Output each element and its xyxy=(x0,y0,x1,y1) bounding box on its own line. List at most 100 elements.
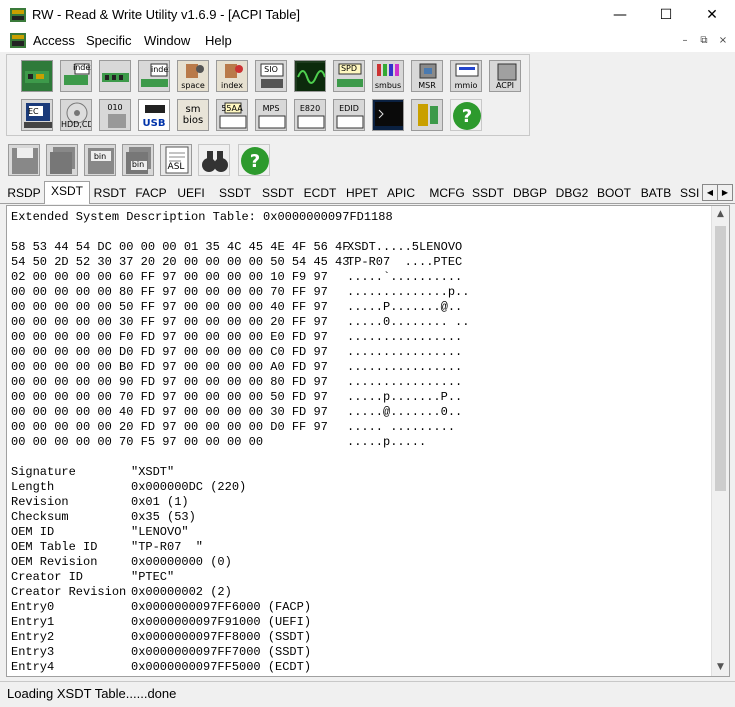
hex-ascii: .....p..... xyxy=(347,435,427,449)
scroll-thumb[interactable] xyxy=(715,226,726,491)
hex-ascii: .....P.......@.. xyxy=(347,300,463,314)
superio-button[interactable]: SIO xyxy=(255,60,287,92)
binoculars-icon xyxy=(202,151,228,172)
scroll-up-icon[interactable]: ▲ xyxy=(712,206,729,223)
save-button[interactable] xyxy=(8,144,40,176)
close-button[interactable]: ✕ xyxy=(689,0,735,30)
asl-button[interactable]: ASL xyxy=(160,144,192,176)
svg-text:?: ? xyxy=(462,106,472,127)
tab-scroll-right-icon[interactable]: ▶ xyxy=(717,184,733,201)
mdi-doc-icon[interactable] xyxy=(10,33,26,48)
field-value: "TP-R07 " xyxy=(131,540,204,554)
save-bin-button[interactable]: bin xyxy=(84,144,116,176)
memory-index-button[interactable]: index xyxy=(138,60,170,92)
mdi-close-button[interactable]: × xyxy=(715,33,731,48)
hex-ascii: .....@.......0.. xyxy=(347,405,463,419)
tab-rsdp[interactable]: RSDP xyxy=(4,184,44,202)
smbus-button[interactable]: smbus xyxy=(372,60,404,92)
hex-editor-button[interactable]: 010 xyxy=(99,99,131,131)
menu-help[interactable]: Help xyxy=(205,33,232,48)
tab-ssdt-1[interactable]: SSDT xyxy=(214,184,256,202)
hex-bytes: 58 53 44 54 DC 00 00 00 01 35 4C 45 4E 4… xyxy=(11,240,350,254)
hex-bytes: 00 00 00 00 00 50 FF 97 00 00 00 00 40 F… xyxy=(11,300,328,314)
hex-bytes: 00 00 00 00 00 30 FF 97 00 00 00 00 20 F… xyxy=(11,315,328,329)
field-name: Entry0 xyxy=(11,600,55,614)
minimize-button[interactable]: — xyxy=(597,0,643,30)
msr-button[interactable]: MSR xyxy=(411,60,443,92)
field-name: Checksum xyxy=(11,510,69,524)
pci-option-rom-button[interactable]: 55AA xyxy=(216,99,248,131)
device-toolbar: index index space index SIO SPD smbus MS… xyxy=(6,54,530,136)
tab-ssdt-4[interactable]: SSI xyxy=(680,184,700,202)
scroll-down-icon[interactable]: ▼ xyxy=(712,659,729,676)
field-value: 0x0000000097FF8000 (SSDT) xyxy=(131,630,312,644)
tab-scroll-left-icon[interactable]: ◀ xyxy=(702,184,718,201)
tab-hpet[interactable]: HPET xyxy=(341,184,383,202)
field-value: "PTEC" xyxy=(131,570,175,584)
wave-button[interactable] xyxy=(294,60,326,92)
hex-ascii: XSDT.....5LENOVO xyxy=(347,240,463,254)
field-name: Creator Revision xyxy=(11,585,127,599)
tab-mcfg[interactable]: MCFG xyxy=(426,184,468,202)
menu-window[interactable]: Window xyxy=(144,33,190,48)
usb-button[interactable]: USB xyxy=(138,99,170,131)
vertical-scrollbar[interactable]: ▲ ▼ xyxy=(711,206,729,676)
acpi-help-button[interactable]: ? xyxy=(238,144,270,176)
svg-text:?: ? xyxy=(250,151,260,172)
help-button[interactable]: ? xyxy=(450,99,482,131)
spd-button[interactable]: SPD xyxy=(333,60,365,92)
terminal-icon xyxy=(375,102,403,126)
pci-card-icon xyxy=(25,71,49,83)
tab-uefi[interactable]: UEFI xyxy=(172,184,210,202)
hex-ascii: .....p.......P.. xyxy=(347,390,463,404)
mdi-restore-button[interactable]: ⧉ xyxy=(696,33,712,48)
e820-button[interactable]: E820 xyxy=(294,99,326,131)
tab-apic[interactable]: APIC xyxy=(384,184,418,202)
tab-dbgp[interactable]: DBGP xyxy=(510,184,550,202)
save-all-bin-button[interactable]: bin xyxy=(122,144,154,176)
edid-button[interactable]: EDID xyxy=(333,99,365,131)
field-name: OEM ID xyxy=(11,525,55,539)
maximize-button[interactable]: ☐ xyxy=(643,0,689,30)
field-value: 0x35 (53) xyxy=(131,510,196,524)
status-bar: Loading XSDT Table......done xyxy=(0,681,735,707)
hex-ascii: ................ xyxy=(347,345,463,359)
acpi-button[interactable]: ACPI xyxy=(489,60,521,92)
tab-ssdt-2[interactable]: SSDT xyxy=(257,184,299,202)
memory-button[interactable] xyxy=(99,60,131,92)
io-space-button[interactable]: space xyxy=(177,60,209,92)
hex-ascii: TP-R07 ....PTEC xyxy=(347,255,463,269)
pci-index-button[interactable]: index xyxy=(60,60,92,92)
tab-batb[interactable]: BATB xyxy=(636,184,676,202)
pci-button[interactable] xyxy=(21,60,53,92)
menu-access[interactable]: Access xyxy=(33,33,75,48)
menu-specific[interactable]: Specific xyxy=(86,33,132,48)
save-all-button[interactable] xyxy=(46,144,78,176)
tab-rsdt[interactable]: RSDT xyxy=(90,184,130,202)
field-name: Entry3 xyxy=(11,645,55,659)
hex-ascii: ................ xyxy=(347,330,463,344)
tab-boot[interactable]: BOOT xyxy=(594,184,634,202)
hex-bytes: 54 50 2D 52 30 37 20 20 00 00 00 00 50 5… xyxy=(11,255,350,269)
command-button[interactable] xyxy=(372,99,404,131)
ata-button[interactable]: HDD,CD xyxy=(60,99,92,131)
mps-button[interactable]: MPS xyxy=(255,99,287,131)
io-index-button[interactable]: index xyxy=(216,60,248,92)
tab-ssdt-3[interactable]: SSDT xyxy=(469,184,507,202)
field-value: 0x000000DC (220) xyxy=(131,480,247,494)
tab-facp[interactable]: FACP xyxy=(131,184,171,202)
mmio-button[interactable]: mmio xyxy=(450,60,482,92)
hardware-icon xyxy=(418,104,438,126)
smbios-button[interactable]: sm bios xyxy=(177,99,209,131)
hardware-button[interactable] xyxy=(411,99,443,131)
ec-button[interactable]: EC xyxy=(21,99,53,131)
find-button[interactable] xyxy=(198,144,230,176)
acpi-table-view[interactable]: Extended System Description Table: 0x000… xyxy=(6,205,730,677)
tab-ecdt[interactable]: ECDT xyxy=(300,184,340,202)
field-value: "XSDT" xyxy=(131,465,175,479)
field-value: 0x0000000097F91000 (UEFI) xyxy=(131,615,312,629)
tab-xsdt[interactable]: XSDT xyxy=(44,181,90,204)
mdi-minimize-button[interactable]: – xyxy=(677,33,693,48)
field-name: Entry2 xyxy=(11,630,55,644)
tab-dbg2[interactable]: DBG2 xyxy=(553,184,591,202)
